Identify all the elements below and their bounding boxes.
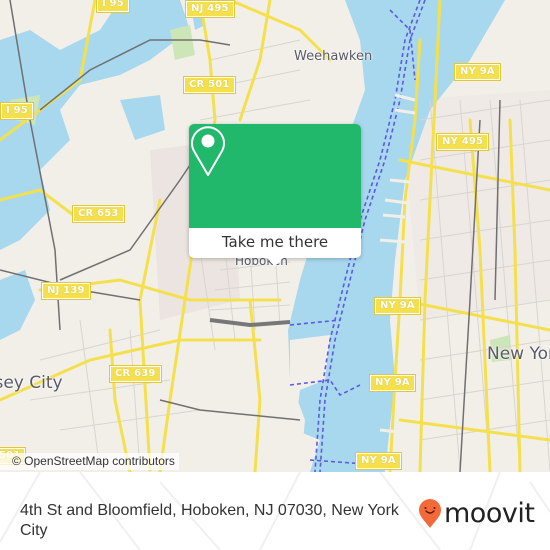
park xyxy=(170,25,195,60)
place-label-new-york: New York xyxy=(487,344,550,364)
place-label-jersey-city: Jersey City xyxy=(0,373,63,393)
tunnel-approach xyxy=(209,318,291,328)
footer: 4th St and Bloomfield, Hoboken, NJ 07030… xyxy=(0,472,550,550)
road-shield: I 95 xyxy=(0,102,34,120)
destination-popup: Take me there xyxy=(189,124,361,266)
popup-tail xyxy=(267,258,283,266)
moovit-logo[interactable]: moovit xyxy=(418,498,535,529)
road-shield: CR 639 xyxy=(109,365,162,383)
western-water xyxy=(0,270,35,340)
map-view[interactable]: I 95 NJ 495 CR 501 I 95 NY 9A NY 495 CR … xyxy=(0,0,550,472)
address-text: 4th St and Bloomfield, Hoboken, NJ 07030… xyxy=(20,502,399,539)
road-shield: NY 9A xyxy=(369,374,416,392)
map-pin-icon xyxy=(191,126,225,176)
road-shield: NJ 139 xyxy=(41,282,91,300)
western-water xyxy=(120,95,165,140)
road-shield: NY 9A xyxy=(355,452,402,470)
popup-header xyxy=(189,124,361,228)
moovit-pin-icon xyxy=(419,499,441,528)
take-me-there-button[interactable]: Take me there xyxy=(189,228,361,258)
brand-name: moovit xyxy=(444,498,535,529)
road-shield: CR 653 xyxy=(72,205,125,223)
osm-attribution[interactable]: © OpenStreetMap contributors xyxy=(0,453,179,470)
road-shield: NY 9A xyxy=(374,297,421,315)
road-shield: NJ 495 xyxy=(185,0,235,18)
road-shield: NY 495 xyxy=(435,133,490,151)
place-label-weehawken: Weehawken xyxy=(294,49,373,64)
road-shield: I 95 xyxy=(96,0,130,13)
road-shield: NY 9A xyxy=(454,63,501,81)
road-shield: CR 501 xyxy=(183,76,236,94)
